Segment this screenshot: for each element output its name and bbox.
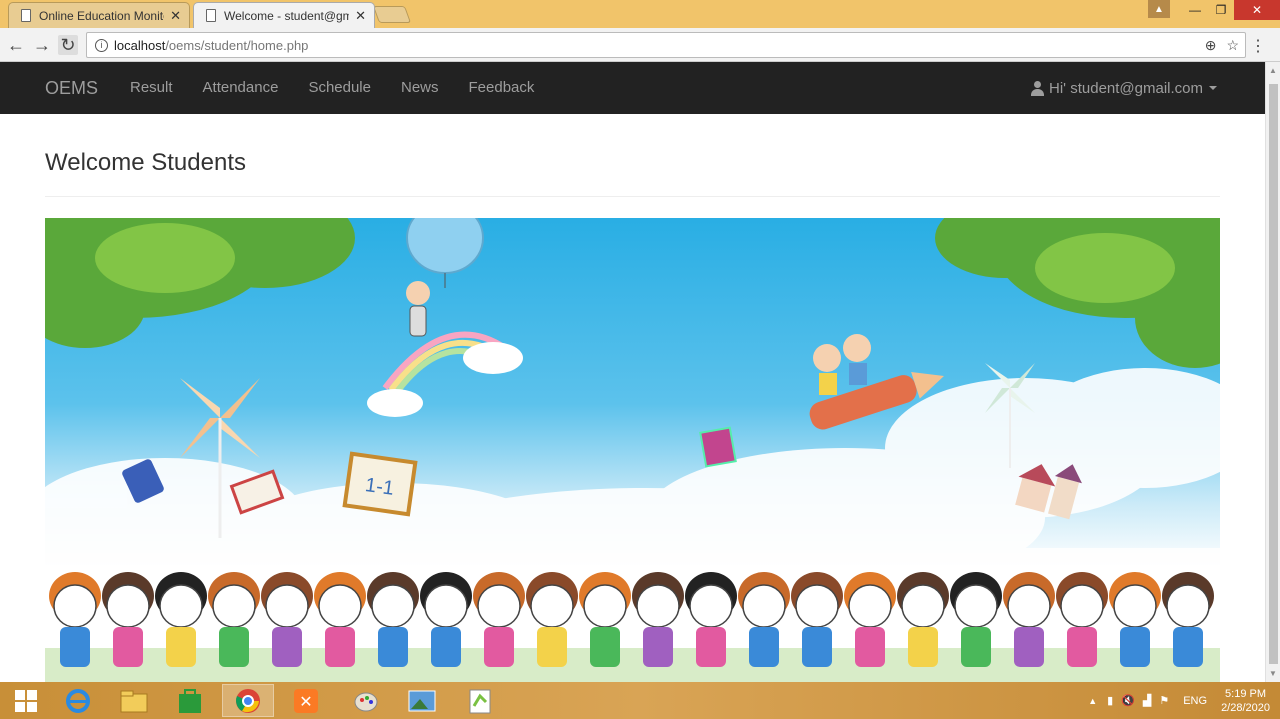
zoom-icon[interactable]: ⊕ bbox=[1205, 37, 1217, 54]
action-center-icon[interactable]: ⚑ bbox=[1159, 694, 1169, 707]
paint-icon[interactable] bbox=[340, 684, 392, 717]
site-navbar: OEMS Result Attendance Schedule News Fee… bbox=[0, 62, 1265, 114]
chrome-icon[interactable] bbox=[222, 684, 274, 717]
url-host: localhost bbox=[114, 37, 166, 53]
back-icon[interactable]: ← bbox=[6, 35, 26, 55]
photos-icon[interactable] bbox=[396, 684, 448, 717]
window-controls: ▲ — ❐ ✕ bbox=[1148, 0, 1280, 20]
page-scrollbar[interactable]: ▲ ▼ bbox=[1265, 62, 1280, 682]
banner-illustration: 1-1 bbox=[45, 218, 1220, 682]
network-icon[interactable]: ▟ bbox=[1143, 694, 1151, 707]
restore-button[interactable]: ❐ bbox=[1208, 0, 1234, 20]
slate-text: 1-1 bbox=[364, 474, 396, 500]
nav-attendance[interactable]: Attendance bbox=[188, 62, 294, 114]
address-bar[interactable]: i localhost/oems/student/home.php ⊕ ☆ bbox=[86, 32, 1246, 58]
scroll-thumb[interactable] bbox=[1269, 84, 1278, 664]
file-explorer-icon[interactable] bbox=[108, 684, 160, 717]
scroll-up-icon[interactable]: ▲ bbox=[1269, 66, 1277, 75]
nav-news[interactable]: News bbox=[386, 62, 454, 114]
reload-icon[interactable]: ↻ bbox=[58, 35, 78, 55]
browser-tabstrip: Online Education Monito ✕ Welcome - stud… bbox=[0, 0, 1280, 28]
profile-icon[interactable]: ▲ bbox=[1148, 0, 1170, 18]
windows-logo-icon bbox=[15, 689, 37, 712]
xampp-icon[interactable]: ✕ bbox=[280, 684, 332, 717]
nav-feedback[interactable]: Feedback bbox=[454, 62, 550, 114]
new-tab-button[interactable] bbox=[372, 6, 412, 23]
bookmark-star-icon[interactable]: ☆ bbox=[1226, 37, 1239, 54]
scroll-down-icon[interactable]: ▼ bbox=[1269, 669, 1277, 678]
browser-toolbar: ← → ↻ i localhost/oems/student/home.php … bbox=[0, 28, 1280, 62]
svg-text:✕: ✕ bbox=[299, 694, 312, 711]
clock-time: 5:19 PM bbox=[1225, 687, 1267, 700]
user-dropdown[interactable]: Hi' student@gmail.com bbox=[1031, 62, 1217, 114]
page-title: Welcome Students bbox=[45, 149, 246, 176]
start-button[interactable] bbox=[0, 684, 52, 717]
clock-date: 2/28/2020 bbox=[1221, 701, 1270, 714]
internet-explorer-icon[interactable] bbox=[52, 684, 104, 717]
caret-down-icon bbox=[1209, 86, 1217, 90]
clock[interactable]: 5:19 PM 2/28/2020 bbox=[1221, 687, 1270, 715]
minimize-button[interactable]: — bbox=[1182, 0, 1208, 20]
url-path: /oems/student/home.php bbox=[165, 37, 309, 53]
volume-muted-icon[interactable]: 🔇 bbox=[1121, 694, 1135, 707]
info-icon[interactable]: i bbox=[95, 38, 108, 52]
show-hidden-icons[interactable]: ▲ bbox=[1088, 696, 1097, 706]
notepad-plus-icon[interactable] bbox=[454, 684, 506, 717]
brand-logo[interactable]: OEMS bbox=[45, 78, 98, 99]
nav-links: Result Attendance Schedule News Feedback bbox=[115, 62, 549, 114]
system-tray: ▲ ▮ 🔇 ▟ ⚑ ENG 5:19 PM 2/28/2020 bbox=[1088, 682, 1280, 719]
title-divider bbox=[45, 196, 1220, 197]
page-viewport: OEMS Result Attendance Schedule News Fee… bbox=[0, 62, 1265, 682]
power-icon[interactable]: ▮ bbox=[1107, 694, 1113, 707]
user-label: Hi' student@gmail.com bbox=[1049, 79, 1203, 97]
browser-menu-icon[interactable]: ⋮ bbox=[1250, 36, 1266, 56]
nav-result[interactable]: Result bbox=[115, 62, 188, 114]
document-icon bbox=[21, 9, 31, 22]
forward-icon[interactable]: → bbox=[32, 35, 52, 55]
close-tab-icon[interactable]: ✕ bbox=[355, 8, 366, 24]
tab-title: Online Education Monito bbox=[39, 8, 165, 23]
windows-taskbar: ✕ ▲ ▮ 🔇 ▟ ⚑ ENG 5:19 PM 2/28/2020 bbox=[0, 682, 1280, 719]
language-indicator[interactable]: ENG bbox=[1183, 695, 1207, 707]
store-icon[interactable] bbox=[164, 684, 216, 717]
document-icon bbox=[206, 9, 216, 22]
browser-tab-welcome[interactable]: Welcome - student@gm ✕ bbox=[193, 2, 375, 28]
welcome-banner-image: 1-1 bbox=[45, 218, 1220, 682]
close-window-button[interactable]: ✕ bbox=[1234, 0, 1280, 20]
browser-tab-oems[interactable]: Online Education Monito ✕ bbox=[8, 2, 190, 28]
nav-schedule[interactable]: Schedule bbox=[293, 62, 386, 114]
tab-title: Welcome - student@gm bbox=[224, 8, 350, 23]
user-icon bbox=[1031, 81, 1045, 96]
close-tab-icon[interactable]: ✕ bbox=[170, 8, 181, 24]
